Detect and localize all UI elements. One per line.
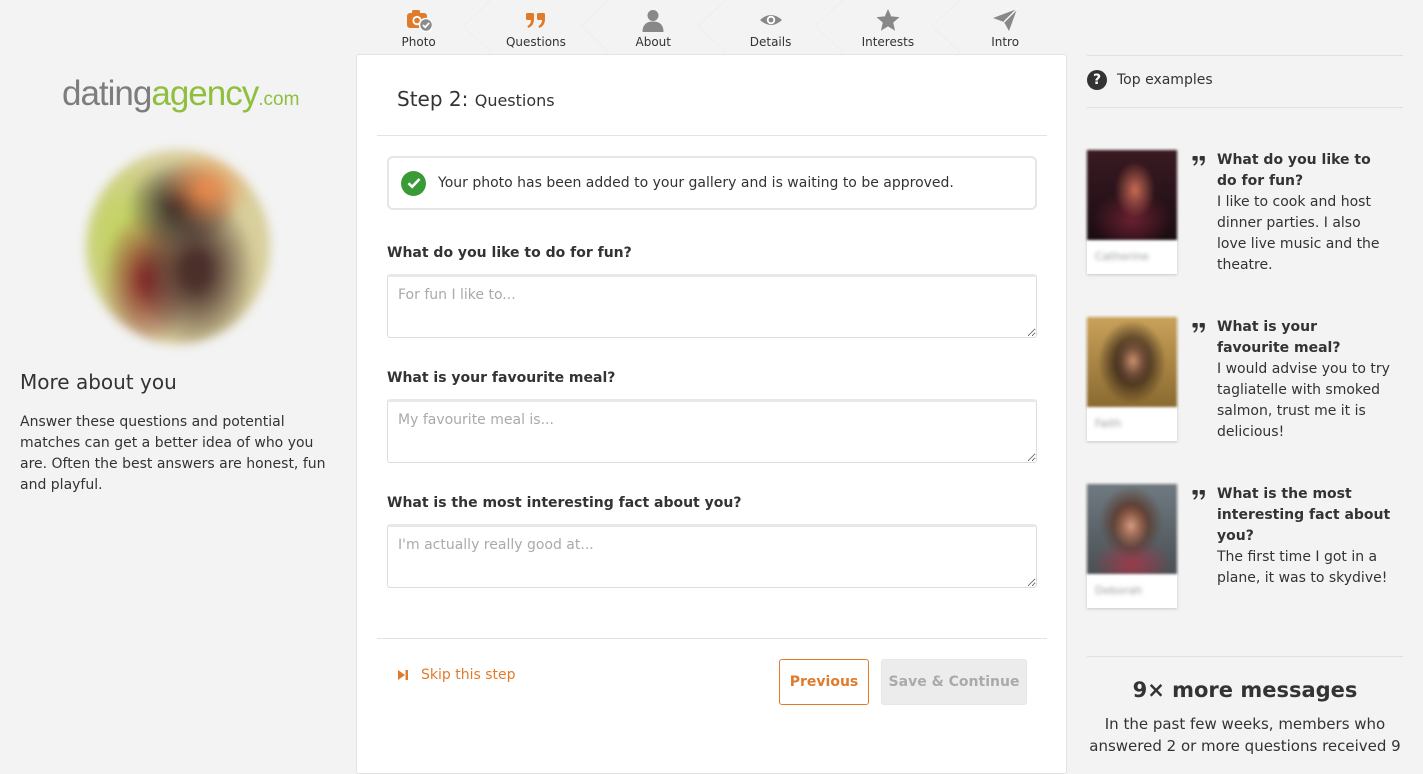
divider bbox=[1087, 656, 1403, 657]
example-item: Faith What is your favourite meal? I wou… bbox=[1087, 317, 1403, 447]
step-label: Intro bbox=[991, 35, 1020, 49]
page-title: Step 2: Questions bbox=[397, 87, 555, 111]
example-photo: Catherine bbox=[1087, 150, 1177, 274]
example-question: What is the most interesting fact about … bbox=[1217, 484, 1392, 589]
step-intro[interactable]: Intro bbox=[932, 0, 1063, 52]
example-question-text: What do you like to do for fun? bbox=[1217, 152, 1371, 189]
divider bbox=[377, 135, 1047, 136]
step-label: Photo bbox=[401, 35, 436, 49]
logo[interactable]: datingagency.com bbox=[62, 74, 299, 114]
quote-icon bbox=[1191, 152, 1207, 171]
promo-text: In the past few weeks, members who answe… bbox=[1089, 715, 1401, 755]
question-label-fact: What is the most interesting fact about … bbox=[387, 495, 742, 511]
previous-button[interactable]: Previous bbox=[779, 659, 869, 705]
example-question-text: What is the most interesting fact about … bbox=[1217, 486, 1391, 544]
divider bbox=[377, 638, 1047, 639]
step-label: Questions bbox=[505, 35, 566, 49]
question-label-fun: What do you like to do for fun? bbox=[387, 245, 632, 261]
example-question: What do you like to do for fun? I like t… bbox=[1217, 150, 1392, 276]
example-photo: Deborah bbox=[1087, 484, 1177, 608]
step-name: Questions bbox=[474, 91, 555, 110]
notice-text: Your photo has been added to your galler… bbox=[438, 175, 954, 191]
eye-icon bbox=[758, 7, 784, 33]
step-details[interactable]: Details bbox=[697, 0, 829, 52]
step-number: Step 2: bbox=[397, 87, 469, 111]
check-circle-icon bbox=[401, 170, 426, 196]
answer-input-fun[interactable] bbox=[387, 274, 1037, 338]
example-name: Deborah bbox=[1095, 584, 1143, 597]
example-answer: I like to cook and host dinner parties. … bbox=[1217, 194, 1380, 273]
top-examples-title: Top examples bbox=[1117, 72, 1213, 88]
step-questions[interactable]: Questions bbox=[463, 0, 594, 52]
logo-text-agency: agency bbox=[151, 74, 259, 113]
example-name: Catherine bbox=[1095, 250, 1149, 263]
person-icon bbox=[640, 7, 666, 33]
step-label: About bbox=[635, 35, 671, 49]
example-answer: The first time I got in a plane, it was … bbox=[1217, 549, 1388, 586]
skip-step-label: Skip this step bbox=[421, 667, 516, 683]
progress-steps: Photo Questions About Details Interests … bbox=[360, 0, 1064, 52]
skip-icon bbox=[397, 669, 409, 681]
quote-icon bbox=[523, 7, 549, 33]
sidebar-title: More about you bbox=[20, 370, 177, 394]
save-continue-button[interactable]: Save & Continue bbox=[881, 659, 1027, 705]
step-label: Interests bbox=[861, 35, 915, 49]
answer-input-fact[interactable] bbox=[387, 524, 1037, 588]
example-question-text: What is your favourite meal? bbox=[1217, 319, 1341, 356]
divider bbox=[1087, 55, 1403, 56]
profile-photo bbox=[86, 150, 270, 344]
example-answer: I would advise you to try tagliatelle wi… bbox=[1217, 361, 1390, 440]
questions-panel: Step 2: Questions Your photo has been ad… bbox=[356, 54, 1067, 774]
step-label: Details bbox=[749, 35, 792, 49]
camera-icon bbox=[406, 7, 432, 33]
example-name: Faith bbox=[1095, 417, 1122, 430]
quote-icon bbox=[1191, 319, 1207, 338]
answer-input-meal[interactable] bbox=[387, 399, 1037, 463]
star-icon bbox=[875, 7, 901, 33]
promo-title: 9× more messages bbox=[1132, 678, 1358, 702]
top-examples-header: ? Top examples bbox=[1087, 70, 1213, 90]
logo-text-com: .com bbox=[258, 89, 300, 110]
question-mark-icon: ? bbox=[1087, 70, 1107, 90]
question-label-meal: What is your favourite meal? bbox=[387, 370, 616, 386]
logo-text-dating: dating bbox=[62, 74, 152, 113]
example-item: Catherine What do you like to do for fun… bbox=[1087, 150, 1403, 280]
photo-approval-notice: Your photo has been added to your galler… bbox=[387, 156, 1037, 210]
step-about[interactable]: About bbox=[580, 0, 712, 52]
skip-step-link[interactable]: Skip this step bbox=[397, 667, 516, 683]
example-photo: Faith bbox=[1087, 317, 1177, 441]
example-question: What is your favourite meal? I would adv… bbox=[1217, 317, 1392, 443]
step-interests[interactable]: Interests bbox=[815, 0, 946, 52]
divider bbox=[1087, 107, 1403, 108]
example-item: Deborah What is the most interesting fac… bbox=[1087, 484, 1403, 614]
quote-icon bbox=[1191, 486, 1207, 505]
step-photo[interactable]: Photo bbox=[360, 0, 477, 52]
sidebar-description: Answer these questions and potential mat… bbox=[20, 414, 326, 493]
paper-plane-icon bbox=[992, 7, 1018, 33]
